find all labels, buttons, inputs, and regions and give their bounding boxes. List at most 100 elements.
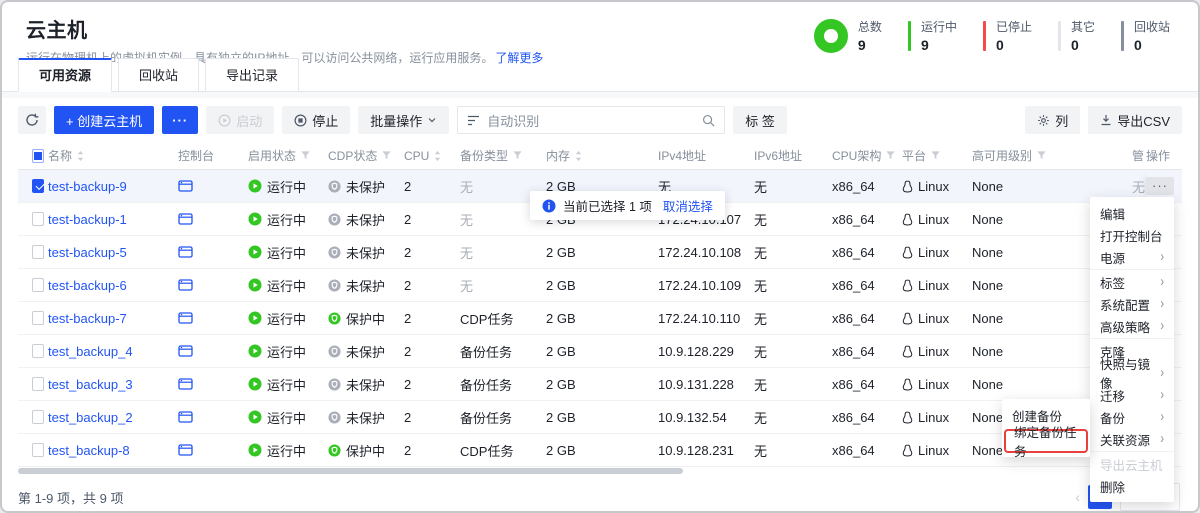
column-label[interactable]: 名称: [48, 147, 72, 164]
row-checkbox[interactable]: [32, 212, 44, 226]
filter-icon[interactable]: [300, 150, 311, 161]
tab-回收站[interactable]: 回收站: [118, 58, 199, 92]
host-name-link[interactable]: test-backup-1: [48, 212, 127, 227]
console-cell: [178, 410, 248, 424]
host-name-link[interactable]: test_backup_3: [48, 377, 133, 392]
tab-可用资源[interactable]: 可用资源: [18, 58, 112, 92]
column-label[interactable]: CPU: [404, 149, 429, 163]
menu-item-6[interactable]: 高级策略›: [1090, 315, 1174, 337]
select-all-checkbox[interactable]: [32, 149, 44, 163]
row-checkbox[interactable]: [32, 344, 44, 358]
filter-icon[interactable]: [512, 150, 523, 161]
row-checkbox[interactable]: [32, 179, 44, 193]
menu-item-3[interactable]: 电源›: [1090, 246, 1174, 268]
console-icon[interactable]: [178, 443, 193, 457]
menu-item-8[interactable]: 快照与镜像›: [1090, 362, 1174, 384]
batch-actions-button[interactable]: 批量操作: [358, 106, 449, 134]
ipv6-cell: 无: [754, 441, 832, 460]
clear-selection-link[interactable]: 取消选择: [663, 196, 713, 215]
more-actions-button[interactable]: ···: [162, 106, 198, 134]
column-label[interactable]: IPv6地址: [754, 147, 802, 164]
column-header-12: 管: [1132, 147, 1146, 164]
column-label[interactable]: CDP状态: [328, 147, 377, 164]
column-label[interactable]: 备份类型: [460, 147, 508, 164]
host-name-link[interactable]: test_backup-8: [48, 443, 130, 458]
sort-icon[interactable]: [76, 150, 85, 162]
column-label[interactable]: 控制台: [178, 147, 214, 164]
filter-icon[interactable]: [885, 150, 896, 161]
ipv6-value: 无: [754, 276, 767, 295]
arch-cell: x86_64: [832, 410, 902, 425]
console-icon[interactable]: [178, 344, 193, 358]
console-icon[interactable]: [178, 377, 193, 391]
host-name-link[interactable]: test-backup-5: [48, 245, 127, 260]
row-select-cell: [18, 212, 48, 226]
scrollbar-thumb[interactable]: [18, 468, 683, 474]
row-select-cell: [18, 278, 48, 292]
filter-icon[interactable]: [381, 150, 392, 161]
menu-item-4[interactable]: 标签›: [1090, 271, 1174, 293]
column-label[interactable]: 管: [1132, 147, 1144, 164]
memory-cell: 2 GB: [546, 344, 658, 359]
column-label[interactable]: 内存: [546, 147, 570, 164]
export-csv-button[interactable]: 导出CSV: [1088, 106, 1182, 134]
row-checkbox[interactable]: [32, 410, 44, 424]
column-label[interactable]: 高可用级别: [972, 147, 1032, 164]
menu-item-13[interactable]: 删除: [1090, 475, 1174, 497]
search-input[interactable]: 自动识别: [457, 106, 725, 134]
host-name-link[interactable]: test-backup-7: [48, 311, 127, 326]
console-cell: [178, 245, 248, 259]
menu-item-11[interactable]: 关联资源›: [1090, 428, 1174, 450]
row-actions-button[interactable]: ···: [1146, 177, 1174, 195]
sort-icon[interactable]: [574, 150, 583, 162]
host-name-link[interactable]: test-backup-9: [48, 179, 127, 194]
host-name-link[interactable]: test_backup_4: [48, 344, 133, 359]
prev-page-icon[interactable]: ‹: [1075, 489, 1080, 505]
ipv4-cell: 10.9.128.229: [658, 344, 754, 359]
column-header-actions: 操作: [1146, 147, 1186, 164]
filter-icon[interactable]: [930, 150, 941, 161]
filter-icon[interactable]: [1036, 150, 1047, 161]
column-label[interactable]: IPv4地址: [658, 147, 706, 164]
column-header-7: IPv4地址: [658, 147, 754, 164]
column-label[interactable]: 平台: [902, 147, 926, 164]
column-header-9: CPU架构: [832, 147, 902, 164]
row-checkbox[interactable]: [32, 278, 44, 292]
columns-button[interactable]: 列: [1025, 106, 1080, 134]
console-icon[interactable]: [178, 212, 193, 226]
sort-icon[interactable]: [433, 150, 442, 162]
refresh-button[interactable]: [18, 106, 46, 134]
menu-item-5[interactable]: 系统配置›: [1090, 293, 1174, 315]
column-header-10: 平台: [902, 147, 972, 164]
menu-item-2[interactable]: 打开控制台: [1090, 224, 1174, 246]
console-icon[interactable]: [178, 245, 193, 259]
console-icon[interactable]: [178, 179, 193, 193]
start-button[interactable]: 启动: [206, 106, 274, 134]
linux-penguin-icon: [902, 312, 913, 325]
row-checkbox[interactable]: [32, 443, 44, 457]
console-icon[interactable]: [178, 311, 193, 325]
ipv6-value: 无: [754, 375, 767, 394]
column-label[interactable]: CPU架构: [832, 147, 881, 164]
create-host-button[interactable]: + 创建云主机: [54, 106, 154, 134]
row-checkbox[interactable]: [32, 377, 44, 391]
menu-item-10[interactable]: 备份›: [1090, 406, 1174, 428]
console-icon[interactable]: [178, 278, 193, 292]
tab-导出记录[interactable]: 导出记录: [205, 58, 299, 92]
host-name-link[interactable]: test-backup-6: [48, 278, 127, 293]
linux-penguin-icon: [902, 378, 913, 391]
stop-button[interactable]: 停止: [282, 106, 350, 134]
console-icon[interactable]: [178, 410, 193, 424]
column-label[interactable]: 操作: [1146, 147, 1170, 164]
learn-more-link[interactable]: 了解更多: [495, 51, 543, 65]
tag-button[interactable]: 标 签: [733, 106, 787, 134]
status-cell: 运行中: [248, 375, 328, 394]
submenu-item-2[interactable]: 绑定备份任务: [1004, 429, 1088, 453]
row-select-cell: [18, 344, 48, 358]
row-checkbox[interactable]: [32, 245, 44, 259]
column-label[interactable]: 启用状态: [248, 147, 296, 164]
platform-cell: Linux: [902, 311, 972, 326]
row-checkbox[interactable]: [32, 311, 44, 325]
menu-item-1[interactable]: 编辑: [1090, 202, 1174, 224]
host-name-link[interactable]: test_backup_2: [48, 410, 133, 425]
